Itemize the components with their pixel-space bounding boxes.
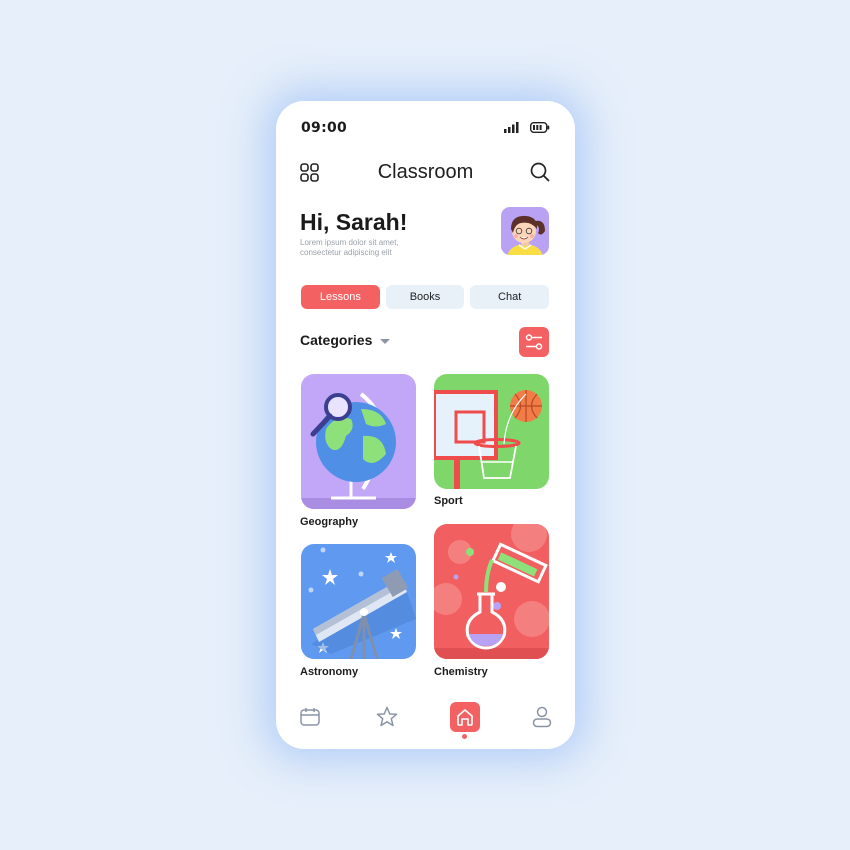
category-label-astronomy: Astronomy: [300, 666, 359, 678]
flask-illustration: [434, 524, 549, 659]
greeting-subtitle: Lorem ipsum dolor sit amet, consectetur …: [300, 238, 420, 258]
home-icon: [457, 709, 473, 726]
category-card-sport[interactable]: [434, 374, 549, 489]
tab-chat[interactable]: Chat: [470, 285, 550, 309]
calendar-icon[interactable]: [300, 707, 320, 727]
girl-avatar-icon: [507, 215, 545, 255]
category-card-astronomy[interactable]: [301, 544, 416, 659]
active-indicator: [462, 734, 467, 739]
category-card-geography[interactable]: [301, 374, 416, 509]
phone-screen: 09:00 Classroom Hi, Sarah! Lorem ipsum d…: [276, 101, 575, 749]
category-label-chemistry: Chemistry: [434, 666, 488, 678]
telescope-illustration: [308, 547, 416, 659]
globe-illustration: [301, 392, 416, 509]
star-icon[interactable]: [376, 706, 398, 728]
categories-header[interactable]: Categories: [300, 332, 372, 348]
filter-button[interactable]: [519, 327, 549, 357]
category-label-geography: Geography: [300, 516, 359, 528]
category-label-sport: Sport: [434, 495, 463, 507]
subtitle-line-1: Lorem ipsum dolor sit amet,: [300, 238, 399, 247]
top-bar: Classroom: [276, 159, 575, 187]
status-bar: 09:00: [301, 119, 550, 137]
subtitle-line-2: consectetur adipiscing elit: [300, 248, 392, 257]
bottom-nav: [276, 701, 575, 741]
basketball-illustration: [434, 390, 542, 489]
greeting-title: Hi, Sarah!: [300, 209, 408, 235]
profile-icon[interactable]: [532, 706, 552, 728]
tab-books[interactable]: Books: [385, 285, 465, 309]
sliders-icon: [525, 334, 543, 350]
tab-bar: Lessons Books Chat: [301, 285, 550, 309]
home-button[interactable]: [450, 702, 480, 732]
tab-lessons[interactable]: Lessons: [301, 285, 380, 309]
battery-icon: [530, 122, 550, 133]
search-icon[interactable]: [530, 162, 550, 182]
chevron-down-icon[interactable]: [380, 339, 390, 344]
signal-bars-icon: [504, 122, 519, 133]
category-card-chemistry[interactable]: [434, 524, 549, 659]
avatar[interactable]: [501, 207, 549, 255]
status-time: 09:00: [301, 120, 348, 136]
